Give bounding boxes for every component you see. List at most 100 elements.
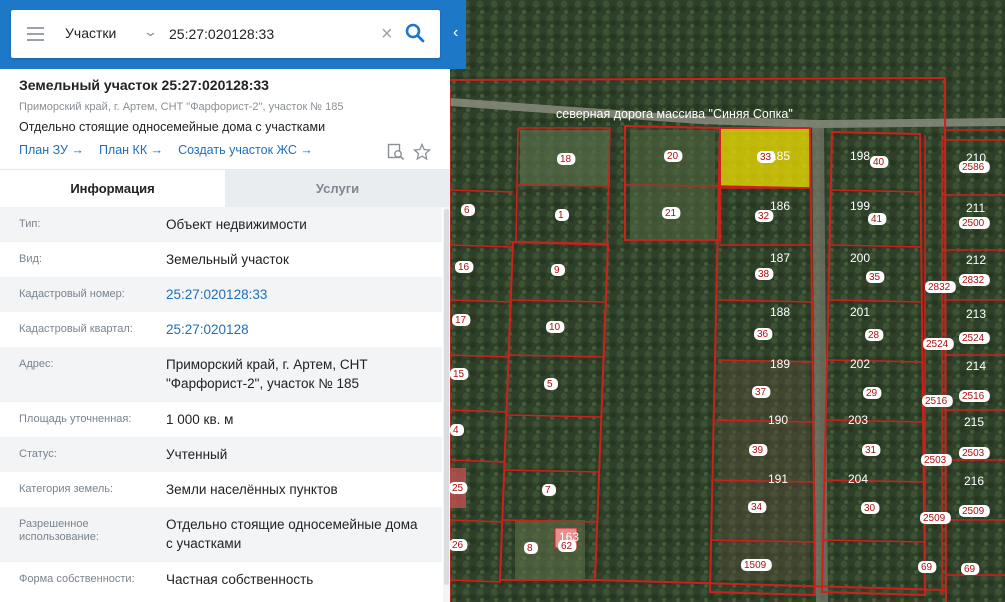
- property-value: Отдельно стоящие односемейные дома с уча…: [166, 517, 418, 551]
- parcel-number: 215: [964, 415, 984, 429]
- svg-text:32: 32: [758, 211, 770, 222]
- lot-label: 28: [865, 329, 884, 341]
- property-label: Статус:: [19, 448, 57, 460]
- search-input[interactable]: [169, 22, 375, 46]
- cadastral-map[interactable]: северная дорога массива "Синяя Сопка" 18…: [450, 0, 1005, 602]
- lot-label: 62: [558, 540, 577, 552]
- svg-text:2586: 2586: [962, 162, 985, 173]
- cadastral-number-link[interactable]: 25:27:020128:33: [166, 285, 426, 304]
- lot-label: 34: [748, 501, 767, 513]
- link-create-parcel[interactable]: Создать участок ЖС →: [178, 143, 313, 157]
- parcel-number: 189: [770, 357, 790, 371]
- lot-label: 2832: [959, 274, 990, 286]
- close-icon[interactable]: ×: [381, 22, 393, 46]
- lot-label: 15: [450, 368, 469, 380]
- collapse-panel-button[interactable]: ‹: [450, 0, 466, 69]
- lot-label: 2516: [922, 395, 953, 407]
- parcel-number: 213: [966, 307, 986, 321]
- svg-text:10: 10: [549, 322, 561, 333]
- lot-label: 2500: [959, 217, 990, 229]
- parcel-number: 191: [768, 472, 788, 486]
- lot-label: 18: [557, 153, 576, 165]
- svg-text:62: 62: [561, 541, 573, 552]
- lot-label: 21: [662, 207, 681, 219]
- svg-text:15: 15: [453, 369, 465, 380]
- svg-text:33: 33: [760, 152, 772, 163]
- search-icon[interactable]: [405, 23, 425, 43]
- road-label: северная дорога массива "Синяя Сопка": [556, 107, 793, 121]
- search-type-selector[interactable]: Участки: [65, 25, 116, 41]
- property-row: Адрес: Приморский край, г. Артем, СНТ "Ф…: [0, 347, 442, 402]
- svg-text:2509: 2509: [923, 513, 946, 524]
- parcel-number: 204: [848, 472, 868, 486]
- lot-label: 39: [749, 444, 768, 456]
- lot-label: 69: [918, 561, 937, 573]
- svg-text:38: 38: [758, 269, 770, 280]
- svg-text:35: 35: [869, 272, 881, 283]
- chevron-left-icon: ‹: [453, 24, 459, 41]
- parcel-number: 199: [850, 199, 870, 213]
- parcel-usage: Отдельно стоящие односемейные дома с уча…: [19, 120, 326, 134]
- svg-text:29: 29: [866, 388, 878, 399]
- svg-text:28: 28: [868, 330, 880, 341]
- parcel-number: 188: [770, 305, 790, 319]
- parcel-number: 202: [850, 357, 870, 371]
- tab-info[interactable]: Информация: [0, 170, 225, 207]
- lot-label: 69: [961, 563, 980, 575]
- svg-text:2516: 2516: [925, 396, 948, 407]
- svg-text:16: 16: [458, 262, 470, 273]
- cadastral-quarter-link[interactable]: 25:27:020128: [166, 320, 426, 339]
- svg-text:21: 21: [665, 208, 677, 219]
- chevron-down-icon[interactable]: ⌄: [143, 24, 158, 40]
- property-value: Учтенный: [166, 447, 228, 462]
- svg-text:2503: 2503: [924, 455, 947, 466]
- svg-text:40: 40: [873, 157, 885, 168]
- lot-label: 20: [664, 150, 683, 162]
- svg-text:2524: 2524: [926, 339, 949, 350]
- parcel-boundary: [624, 184, 721, 187]
- property-row: Форма собственности: Частная собственнос…: [0, 562, 442, 597]
- link-plan-zu[interactable]: План ЗУ →: [19, 143, 84, 157]
- lot-label: 7: [542, 484, 556, 496]
- lot-label: 36: [754, 328, 773, 340]
- property-row: Тип: Объект недвижимости: [0, 207, 442, 242]
- property-label: Вид:: [19, 253, 42, 265]
- property-label: Кадастровый квартал:: [19, 323, 133, 335]
- tab-services[interactable]: Услуги: [225, 170, 450, 207]
- link-plan-kk[interactable]: План КК →: [99, 143, 163, 157]
- svg-text:25: 25: [452, 483, 464, 494]
- svg-text:6: 6: [464, 205, 470, 216]
- svg-text:9: 9: [554, 265, 560, 276]
- parcel-number: 203: [848, 413, 868, 427]
- property-label: Разрешенное использование:: [19, 518, 99, 543]
- property-row: Вид: Земельный участок: [0, 242, 442, 277]
- lot-label: 26: [450, 539, 468, 551]
- search-box: Участки ⌄ ×: [11, 10, 440, 58]
- lot-label: 40: [870, 156, 889, 168]
- scrollbar-thumb[interactable]: [444, 209, 449, 585]
- lot-label: 10: [546, 321, 565, 333]
- lot-label: 41: [868, 213, 887, 225]
- lot-label: 2509: [920, 512, 951, 524]
- parcel-number: 216: [964, 474, 984, 488]
- lot-label: 6: [461, 204, 475, 216]
- lot-label: 1: [555, 209, 569, 221]
- star-icon[interactable]: [413, 143, 431, 161]
- lot-label: 2509: [959, 505, 990, 517]
- property-row: Статус: Учтенный: [0, 437, 442, 472]
- parcel-number: 212: [966, 253, 986, 267]
- lot-label: 16: [455, 261, 474, 273]
- svg-text:30: 30: [864, 503, 876, 514]
- property-label: Кадастровый номер:: [19, 288, 125, 300]
- lot-label: 2524: [923, 338, 954, 350]
- info-panel: Земельный участок 25:27:020128:33 Примор…: [0, 69, 450, 602]
- svg-text:2500: 2500: [962, 218, 985, 229]
- svg-text:2832: 2832: [962, 275, 985, 286]
- parcel-number: 198: [850, 149, 870, 163]
- lot-label: 2503: [921, 454, 952, 466]
- search-header: Участки ⌄ ×: [0, 0, 466, 69]
- document-search-icon[interactable]: [387, 143, 405, 161]
- lot-label: 37: [752, 386, 771, 398]
- tab-bar: Информация Услуги: [0, 169, 450, 207]
- menu-icon[interactable]: [27, 27, 44, 41]
